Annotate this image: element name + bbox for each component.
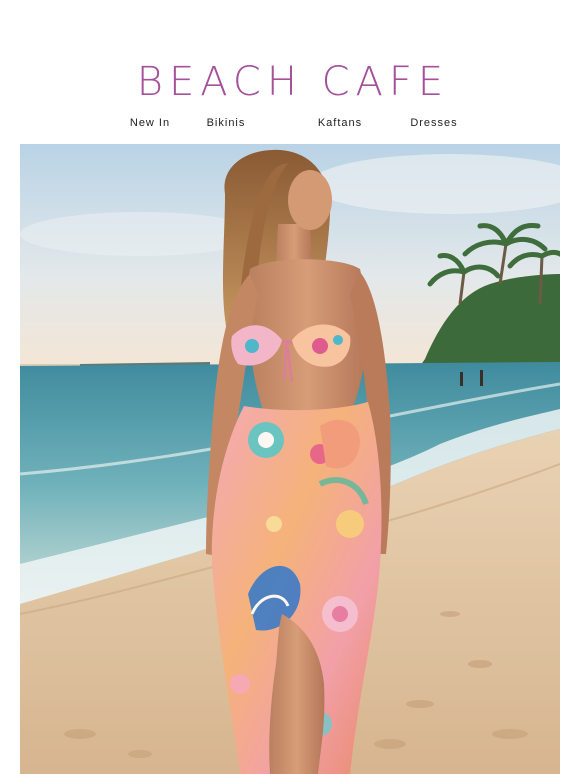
nav-item-new-in[interactable]: New In xyxy=(112,114,188,134)
main-nav: New In Bikinis Kaftans Dresses xyxy=(0,114,580,134)
hero-image[interactable] xyxy=(20,144,560,774)
brand-logo[interactable]: BEACH CAFE xyxy=(0,58,580,106)
email-header: BEACH CAFE New In Bikinis Kaftans Dresse… xyxy=(0,0,580,144)
nav-item-dresses[interactable]: Dresses xyxy=(400,114,468,134)
nav-item-kaftans[interactable]: Kaftans xyxy=(300,114,380,134)
hero-photo-illustration xyxy=(20,144,560,774)
nav-item-bikinis[interactable]: Bikinis xyxy=(188,114,264,134)
